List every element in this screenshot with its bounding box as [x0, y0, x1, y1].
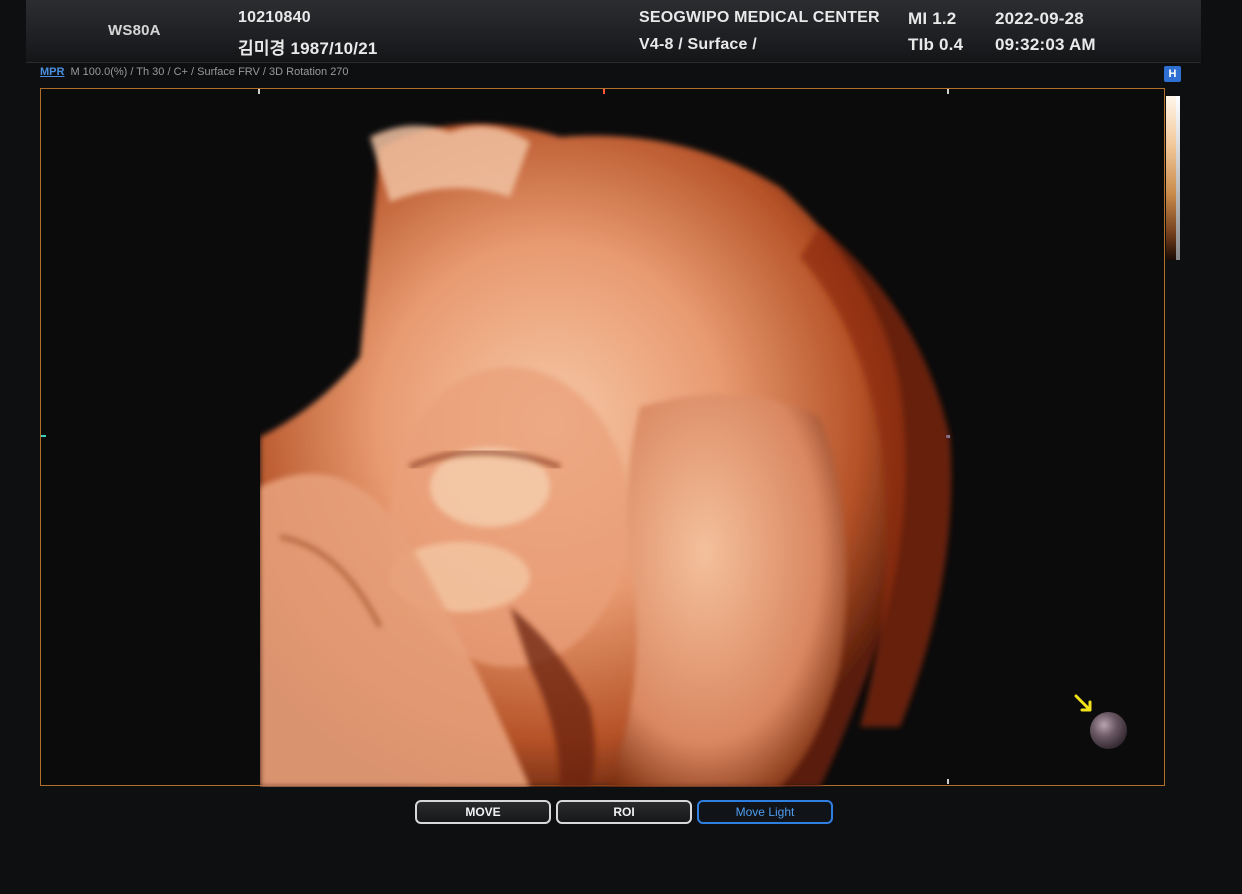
- render-parameters-bar: MPR M 100.0(%) / Th 30 / C+ / Surface FRV…: [40, 66, 349, 82]
- device-model: WS80A: [108, 22, 161, 39]
- thermal-index: TIb 0.4: [908, 35, 964, 54]
- mpr-link[interactable]: MPR: [40, 66, 64, 78]
- 3d-render-viewport[interactable]: [40, 88, 1165, 787]
- exam-date: 2022-09-28: [995, 9, 1084, 28]
- light-source-icon[interactable]: [1090, 712, 1127, 749]
- frame-tick: [947, 89, 949, 94]
- header-bar: WS80A 10210840 김미경 1987/10/21 SEOGWIPO M…: [26, 0, 1201, 63]
- frame-tick-center: [603, 89, 605, 94]
- probe-mode: V4-8 / Surface /: [639, 36, 757, 53]
- patient-id: 10210840: [238, 9, 311, 26]
- mechanical-index: MI 1.2: [908, 9, 957, 28]
- frame-tick: [258, 89, 260, 94]
- institution-name: SEOGWIPO MEDICAL CENTER: [639, 9, 880, 26]
- fetal-3d-render: [260, 124, 952, 787]
- exam-time: 09:32:03 AM: [995, 35, 1096, 54]
- color-map-bar: [1166, 96, 1180, 260]
- patient-name-dob: 김미경 1987/10/21: [238, 39, 378, 58]
- render-params: M 100.0(%) / Th 30 / C+ / Surface FRV / …: [70, 66, 349, 78]
- roi-button[interactable]: ROI: [556, 800, 692, 824]
- orientation-badge: H: [1164, 66, 1181, 82]
- light-arrow-icon: [1074, 694, 1092, 712]
- move-light-button[interactable]: Move Light: [697, 800, 833, 824]
- move-button[interactable]: MOVE: [415, 800, 551, 824]
- frame-tick-left: [41, 435, 46, 437]
